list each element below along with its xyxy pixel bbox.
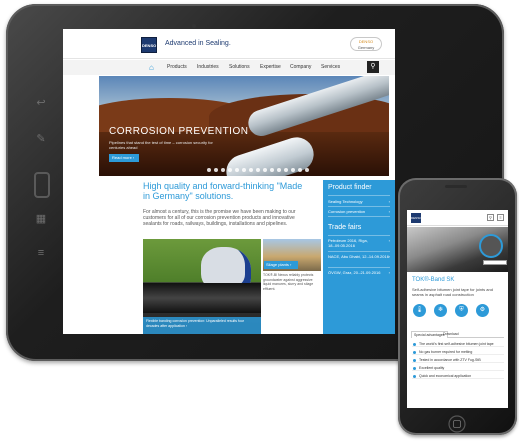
tablet-screen: DENSO Advanced in Sealing. DENSO Germany… [63, 29, 395, 334]
divider [328, 195, 390, 196]
trade-item[interactable]: ÖVGW, Graz, 20.-21.09.2016 › [328, 270, 390, 275]
home-icon[interactable]: ⌂ [149, 63, 158, 72]
product-image [407, 227, 508, 272]
home-button[interactable] [34, 172, 50, 198]
pen-icon[interactable]: ✎ [34, 132, 48, 146]
camera [192, 24, 196, 28]
carousel-dot[interactable] [221, 168, 225, 172]
divider [328, 235, 390, 236]
carousel-dot[interactable] [291, 168, 295, 172]
carousel-dot[interactable] [284, 168, 288, 172]
search-icon[interactable]: ⚲ [367, 61, 379, 73]
divider [328, 206, 390, 207]
sidebar: Product finder Sealing Technology › Corro… [323, 180, 395, 334]
read-more-button[interactable]: Read more › [109, 154, 139, 162]
tab-download[interactable]: Download [441, 331, 461, 337]
speaker [445, 185, 467, 188]
trade-item[interactable]: NACE, Abu Dhabi, 12.-14.09.2016 › [328, 254, 390, 259]
badge-line-2: Germany [357, 45, 375, 50]
feature-caption[interactable]: Flexible banding corrosion prevention: U… [143, 317, 261, 334]
main-nav: ⌂ Products Industries Solutions Expertis… [63, 60, 395, 75]
divider [328, 216, 390, 217]
product-title: TOK®-Band SK [412, 277, 455, 283]
divider [328, 267, 390, 268]
feature-image-main[interactable]: Flexible banding corrosion prevention: U… [143, 239, 261, 334]
chevron-right-icon: › [388, 270, 390, 275]
product-item-sealing[interactable]: Sealing Technology › [328, 199, 390, 204]
feature-item: Tested in accordance with ZTV Fug-StB [412, 357, 504, 363]
silage-plants-label[interactable]: Silage plants › [264, 261, 298, 269]
logo[interactable]: DENSO [141, 37, 157, 53]
nav-item-solutions[interactable]: Solutions [229, 64, 250, 70]
carousel-dot[interactable] [207, 168, 211, 172]
carousel-dot[interactable] [242, 168, 246, 172]
product-description: Self-adhesive bitumen joint tape for joi… [412, 287, 493, 297]
trade-fairs-title: Trade fairs [328, 224, 362, 231]
product-item-label: Corrosion prevention [328, 209, 366, 214]
product-finder-title: Product finder [328, 184, 372, 191]
trade-item-label: Petroleum 2016, Riga, 18.-09.05.2016 [328, 238, 368, 248]
site-header: DENSO Advanced in Sealing. DENSO Germany [63, 29, 395, 59]
feature-item: No gas burner required for melting [412, 349, 504, 355]
feature-item: The world's first self-adhesive bitumen … [412, 341, 504, 347]
tablet-bezel-side: ↩ ✎ ▦ ≡ [14, 4, 54, 361]
carousel-dot[interactable] [263, 168, 267, 172]
menu-icon[interactable]: ≡ [497, 214, 504, 221]
hero-title: CORROSION PREVENTION [109, 126, 249, 137]
pipe-wrap-image [143, 283, 261, 313]
hero-banner[interactable]: CORROSION PREVENTION Pipelines that stan… [99, 76, 389, 176]
apps-icon[interactable]: ▦ [34, 212, 48, 226]
carousel-dot[interactable] [228, 168, 232, 172]
carousel-dot[interactable] [305, 168, 309, 172]
feature-image-side[interactable]: Silage plants › [263, 239, 321, 271]
chevron-right-icon: › [388, 209, 390, 214]
trade-item-label: ÖVGW, Graz, 20.-21.09.2016 [328, 270, 381, 275]
headline: High quality and forward-thinking "Made … [143, 181, 303, 201]
chevron-right-icon: › [388, 199, 390, 204]
snowflake-icon: ❄ [434, 304, 447, 317]
product-item-corrosion[interactable]: Corrosion prevention › [328, 209, 390, 214]
carousel-dot[interactable] [277, 168, 281, 172]
hero-subtitle: Pipelines that stand the test of time – … [109, 140, 213, 150]
feature-side-text: TOK®-Bl Nexus reliably protects groundwa… [263, 273, 314, 291]
trade-item[interactable]: Petroleum 2016, Riga, 18.-09.05.2016 › [328, 238, 390, 248]
search-icon[interactable]: ⚲ [487, 214, 494, 221]
feature-item: Excellent quality [412, 365, 504, 371]
chevron-right-icon: › [388, 254, 390, 259]
nav-item-services[interactable]: Services [321, 64, 340, 70]
logo[interactable]: DENSO [411, 213, 422, 223]
feature-item: Quick and economical application [412, 373, 504, 379]
badge: DENSO Germany [350, 37, 382, 51]
phone-screen: DENSO ⚲ ≡ TOK®-Band SK Self-adhesive bit… [407, 210, 508, 408]
nav-item-company[interactable]: Company [290, 64, 311, 70]
carousel-dot[interactable] [256, 168, 260, 172]
carousel-dot[interactable] [249, 168, 253, 172]
back-icon[interactable]: ↩ [34, 96, 48, 110]
carousel-dots [207, 168, 309, 172]
thermometer-icon: 🌡 [413, 304, 426, 317]
carousel-dot[interactable] [214, 168, 218, 172]
phone-header: DENSO ⚲ ≡ [407, 210, 508, 226]
divider [328, 251, 390, 252]
menu-icon[interactable]: ≡ [34, 246, 48, 260]
phone-home-button[interactable] [447, 414, 467, 434]
carousel-dot[interactable] [298, 168, 302, 172]
nav-item-products[interactable]: Products [167, 64, 187, 70]
nav-item-industries[interactable]: Industries [197, 64, 219, 70]
gear-icon: ⚙ [476, 304, 489, 317]
phone-device: DENSO ⚲ ≡ TOK®-Band SK Self-adhesive bit… [398, 178, 517, 435]
shield-icon: ⛨ [455, 304, 468, 317]
trade-item-label: NACE, Abu Dhabi, 12.-14.09.2016 [328, 254, 389, 259]
product-item-label: Sealing Technology [328, 199, 363, 204]
tabs: Special advantages Download [411, 330, 504, 338]
carousel-dot[interactable] [235, 168, 239, 172]
chevron-right-icon: › [388, 238, 390, 243]
carousel-dot[interactable] [270, 168, 274, 172]
product-label [483, 260, 507, 265]
intro-text: For almost a century, this is the promis… [143, 209, 296, 227]
feature-icons: 🌡 ❄ ⛨ ⚙ [413, 304, 503, 320]
nav-item-expertise[interactable]: Expertise [260, 64, 281, 70]
zoom-detail [479, 234, 503, 258]
tagline: Advanced in Sealing. [165, 40, 231, 47]
